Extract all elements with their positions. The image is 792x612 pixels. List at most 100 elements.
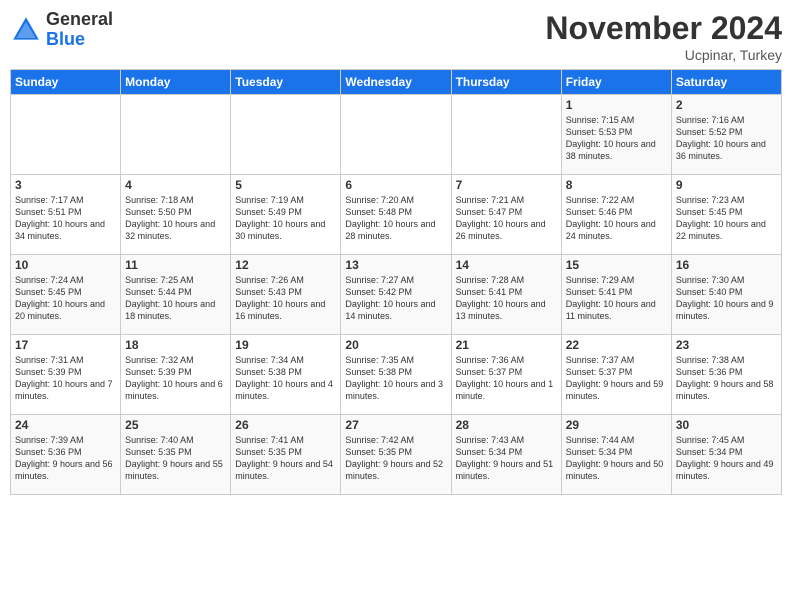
calendar-cell: 13 Sunrise: 7:27 AM Sunset: 5:42 PM Dayli… <box>341 255 451 335</box>
day-number: 12 <box>235 258 336 272</box>
day-number: 3 <box>15 178 116 192</box>
day-number: 24 <box>15 418 116 432</box>
calendar-cell: 14Sunrise: 7:28 AM Sunset: 5:41 PM Dayli… <box>451 255 561 335</box>
calendar-week-row: 1 Sunrise: 7:15 AM Sunset: 5:53 PM Daylig… <box>11 95 782 175</box>
day-info: Sunrise: 7:18 AM Sunset: 5:50 PM Dayligh… <box>125 194 226 243</box>
day-number: 26 <box>235 418 336 432</box>
day-info: Sunrise: 7:42 AM Sunset: 5:35 PM Dayligh… <box>345 434 446 483</box>
header-day: Saturday <box>671 70 781 95</box>
header-day: Sunday <box>11 70 121 95</box>
day-number: 13 <box>345 258 446 272</box>
calendar-cell: 28Sunrise: 7:43 AM Sunset: 5:34 PM Dayli… <box>451 415 561 495</box>
day-info: Sunrise: 7:27 AM Sunset: 5:42 PM Dayligh… <box>345 274 446 323</box>
logo-icon <box>10 14 42 46</box>
day-info: Sunrise: 7:44 AM Sunset: 5:34 PM Dayligh… <box>566 434 667 483</box>
day-number: 29 <box>566 418 667 432</box>
day-info: Sunrise: 7:16 AM Sunset: 5:52 PM Dayligh… <box>676 114 777 163</box>
day-number: 30 <box>676 418 777 432</box>
header-day: Thursday <box>451 70 561 95</box>
header-day: Wednesday <box>341 70 451 95</box>
calendar-cell: 11 Sunrise: 7:25 AM Sunset: 5:44 PM Dayli… <box>121 255 231 335</box>
day-number: 19 <box>235 338 336 352</box>
month-title: November 2024 <box>545 10 782 47</box>
header-day: Monday <box>121 70 231 95</box>
calendar-body: 1 Sunrise: 7:15 AM Sunset: 5:53 PM Daylig… <box>11 95 782 495</box>
calendar-header-row: SundayMondayTuesdayWednesdayThursdayFrid… <box>11 70 782 95</box>
calendar-cell <box>231 95 341 175</box>
day-number: 22 <box>566 338 667 352</box>
day-info: Sunrise: 7:28 AM Sunset: 5:41 PM Dayligh… <box>456 274 557 323</box>
day-info: Sunrise: 7:30 AM Sunset: 5:40 PM Dayligh… <box>676 274 777 323</box>
calendar-cell: 12 Sunrise: 7:26 AM Sunset: 5:43 PM Dayli… <box>231 255 341 335</box>
page-header: General Blue November 2024 Ucpinar, Turk… <box>10 10 782 63</box>
day-number: 15 <box>566 258 667 272</box>
calendar-cell: 9Sunrise: 7:23 AM Sunset: 5:45 PM Daylig… <box>671 175 781 255</box>
calendar-cell: 15 Sunrise: 7:29 AM Sunset: 5:41 PM Dayli… <box>561 255 671 335</box>
calendar-cell: 23Sunrise: 7:38 AM Sunset: 5:36 PM Dayli… <box>671 335 781 415</box>
day-info: Sunrise: 7:22 AM Sunset: 5:46 PM Dayligh… <box>566 194 667 243</box>
logo-text: General Blue <box>46 10 113 50</box>
calendar-cell: 1 Sunrise: 7:15 AM Sunset: 5:53 PM Daylig… <box>561 95 671 175</box>
day-number: 18 <box>125 338 226 352</box>
calendar-cell: 27 Sunrise: 7:42 AM Sunset: 5:35 PM Dayli… <box>341 415 451 495</box>
logo: General Blue <box>10 10 113 50</box>
day-info: Sunrise: 7:31 AM Sunset: 5:39 PM Dayligh… <box>15 354 116 403</box>
day-number: 4 <box>125 178 226 192</box>
day-number: 6 <box>345 178 446 192</box>
calendar-cell: 22Sunrise: 7:37 AM Sunset: 5:37 PM Dayli… <box>561 335 671 415</box>
day-info: Sunrise: 7:26 AM Sunset: 5:43 PM Dayligh… <box>235 274 336 323</box>
calendar-cell: 6 Sunrise: 7:20 AM Sunset: 5:48 PM Daylig… <box>341 175 451 255</box>
calendar-cell: 26 Sunrise: 7:41 AM Sunset: 5:35 PM Dayli… <box>231 415 341 495</box>
day-info: Sunrise: 7:32 AM Sunset: 5:39 PM Dayligh… <box>125 354 226 403</box>
day-info: Sunrise: 7:40 AM Sunset: 5:35 PM Dayligh… <box>125 434 226 483</box>
calendar-cell <box>451 95 561 175</box>
calendar-cell: 2 Sunrise: 7:16 AM Sunset: 5:52 PM Daylig… <box>671 95 781 175</box>
day-info: Sunrise: 7:29 AM Sunset: 5:41 PM Dayligh… <box>566 274 667 323</box>
day-info: Sunrise: 7:24 AM Sunset: 5:45 PM Dayligh… <box>15 274 116 323</box>
day-info: Sunrise: 7:15 AM Sunset: 5:53 PM Dayligh… <box>566 114 667 163</box>
calendar-cell: 25Sunrise: 7:40 AM Sunset: 5:35 PM Dayli… <box>121 415 231 495</box>
day-info: Sunrise: 7:20 AM Sunset: 5:48 PM Dayligh… <box>345 194 446 243</box>
day-number: 1 <box>566 98 667 112</box>
calendar-cell <box>121 95 231 175</box>
day-info: Sunrise: 7:21 AM Sunset: 5:47 PM Dayligh… <box>456 194 557 243</box>
calendar-cell: 20Sunrise: 7:35 AM Sunset: 5:38 PM Dayli… <box>341 335 451 415</box>
day-info: Sunrise: 7:41 AM Sunset: 5:35 PM Dayligh… <box>235 434 336 483</box>
day-number: 11 <box>125 258 226 272</box>
day-info: Sunrise: 7:36 AM Sunset: 5:37 PM Dayligh… <box>456 354 557 403</box>
calendar-cell <box>341 95 451 175</box>
calendar-cell: 8 Sunrise: 7:22 AM Sunset: 5:46 PM Daylig… <box>561 175 671 255</box>
day-number: 27 <box>345 418 446 432</box>
day-info: Sunrise: 7:38 AM Sunset: 5:36 PM Dayligh… <box>676 354 777 403</box>
day-number: 9 <box>676 178 777 192</box>
calendar-cell: 4 Sunrise: 7:18 AM Sunset: 5:50 PM Daylig… <box>121 175 231 255</box>
calendar-week-row: 24Sunrise: 7:39 AM Sunset: 5:36 PM Dayli… <box>11 415 782 495</box>
day-number: 17 <box>15 338 116 352</box>
day-info: Sunrise: 7:35 AM Sunset: 5:38 PM Dayligh… <box>345 354 446 403</box>
calendar-cell: 29 Sunrise: 7:44 AM Sunset: 5:34 PM Dayli… <box>561 415 671 495</box>
logo-general: General <box>46 10 113 30</box>
title-area: November 2024 Ucpinar, Turkey <box>545 10 782 63</box>
day-number: 2 <box>676 98 777 112</box>
header-day: Tuesday <box>231 70 341 95</box>
calendar-cell: 17 Sunrise: 7:31 AM Sunset: 5:39 PM Dayli… <box>11 335 121 415</box>
day-number: 21 <box>456 338 557 352</box>
day-info: Sunrise: 7:17 AM Sunset: 5:51 PM Dayligh… <box>15 194 116 243</box>
header-day: Friday <box>561 70 671 95</box>
calendar-cell: 18 Sunrise: 7:32 AM Sunset: 5:39 PM Dayli… <box>121 335 231 415</box>
calendar-cell <box>11 95 121 175</box>
day-info: Sunrise: 7:25 AM Sunset: 5:44 PM Dayligh… <box>125 274 226 323</box>
calendar-week-row: 10Sunrise: 7:24 AM Sunset: 5:45 PM Dayli… <box>11 255 782 335</box>
location: Ucpinar, Turkey <box>545 47 782 63</box>
day-number: 28 <box>456 418 557 432</box>
logo-blue: Blue <box>46 30 113 50</box>
calendar-week-row: 17 Sunrise: 7:31 AM Sunset: 5:39 PM Dayli… <box>11 335 782 415</box>
day-number: 16 <box>676 258 777 272</box>
day-number: 8 <box>566 178 667 192</box>
calendar-cell: 21 Sunrise: 7:36 AM Sunset: 5:37 PM Dayli… <box>451 335 561 415</box>
day-number: 7 <box>456 178 557 192</box>
calendar-cell: 24Sunrise: 7:39 AM Sunset: 5:36 PM Dayli… <box>11 415 121 495</box>
calendar-week-row: 3 Sunrise: 7:17 AM Sunset: 5:51 PM Daylig… <box>11 175 782 255</box>
calendar-cell: 10Sunrise: 7:24 AM Sunset: 5:45 PM Dayli… <box>11 255 121 335</box>
day-info: Sunrise: 7:19 AM Sunset: 5:49 PM Dayligh… <box>235 194 336 243</box>
